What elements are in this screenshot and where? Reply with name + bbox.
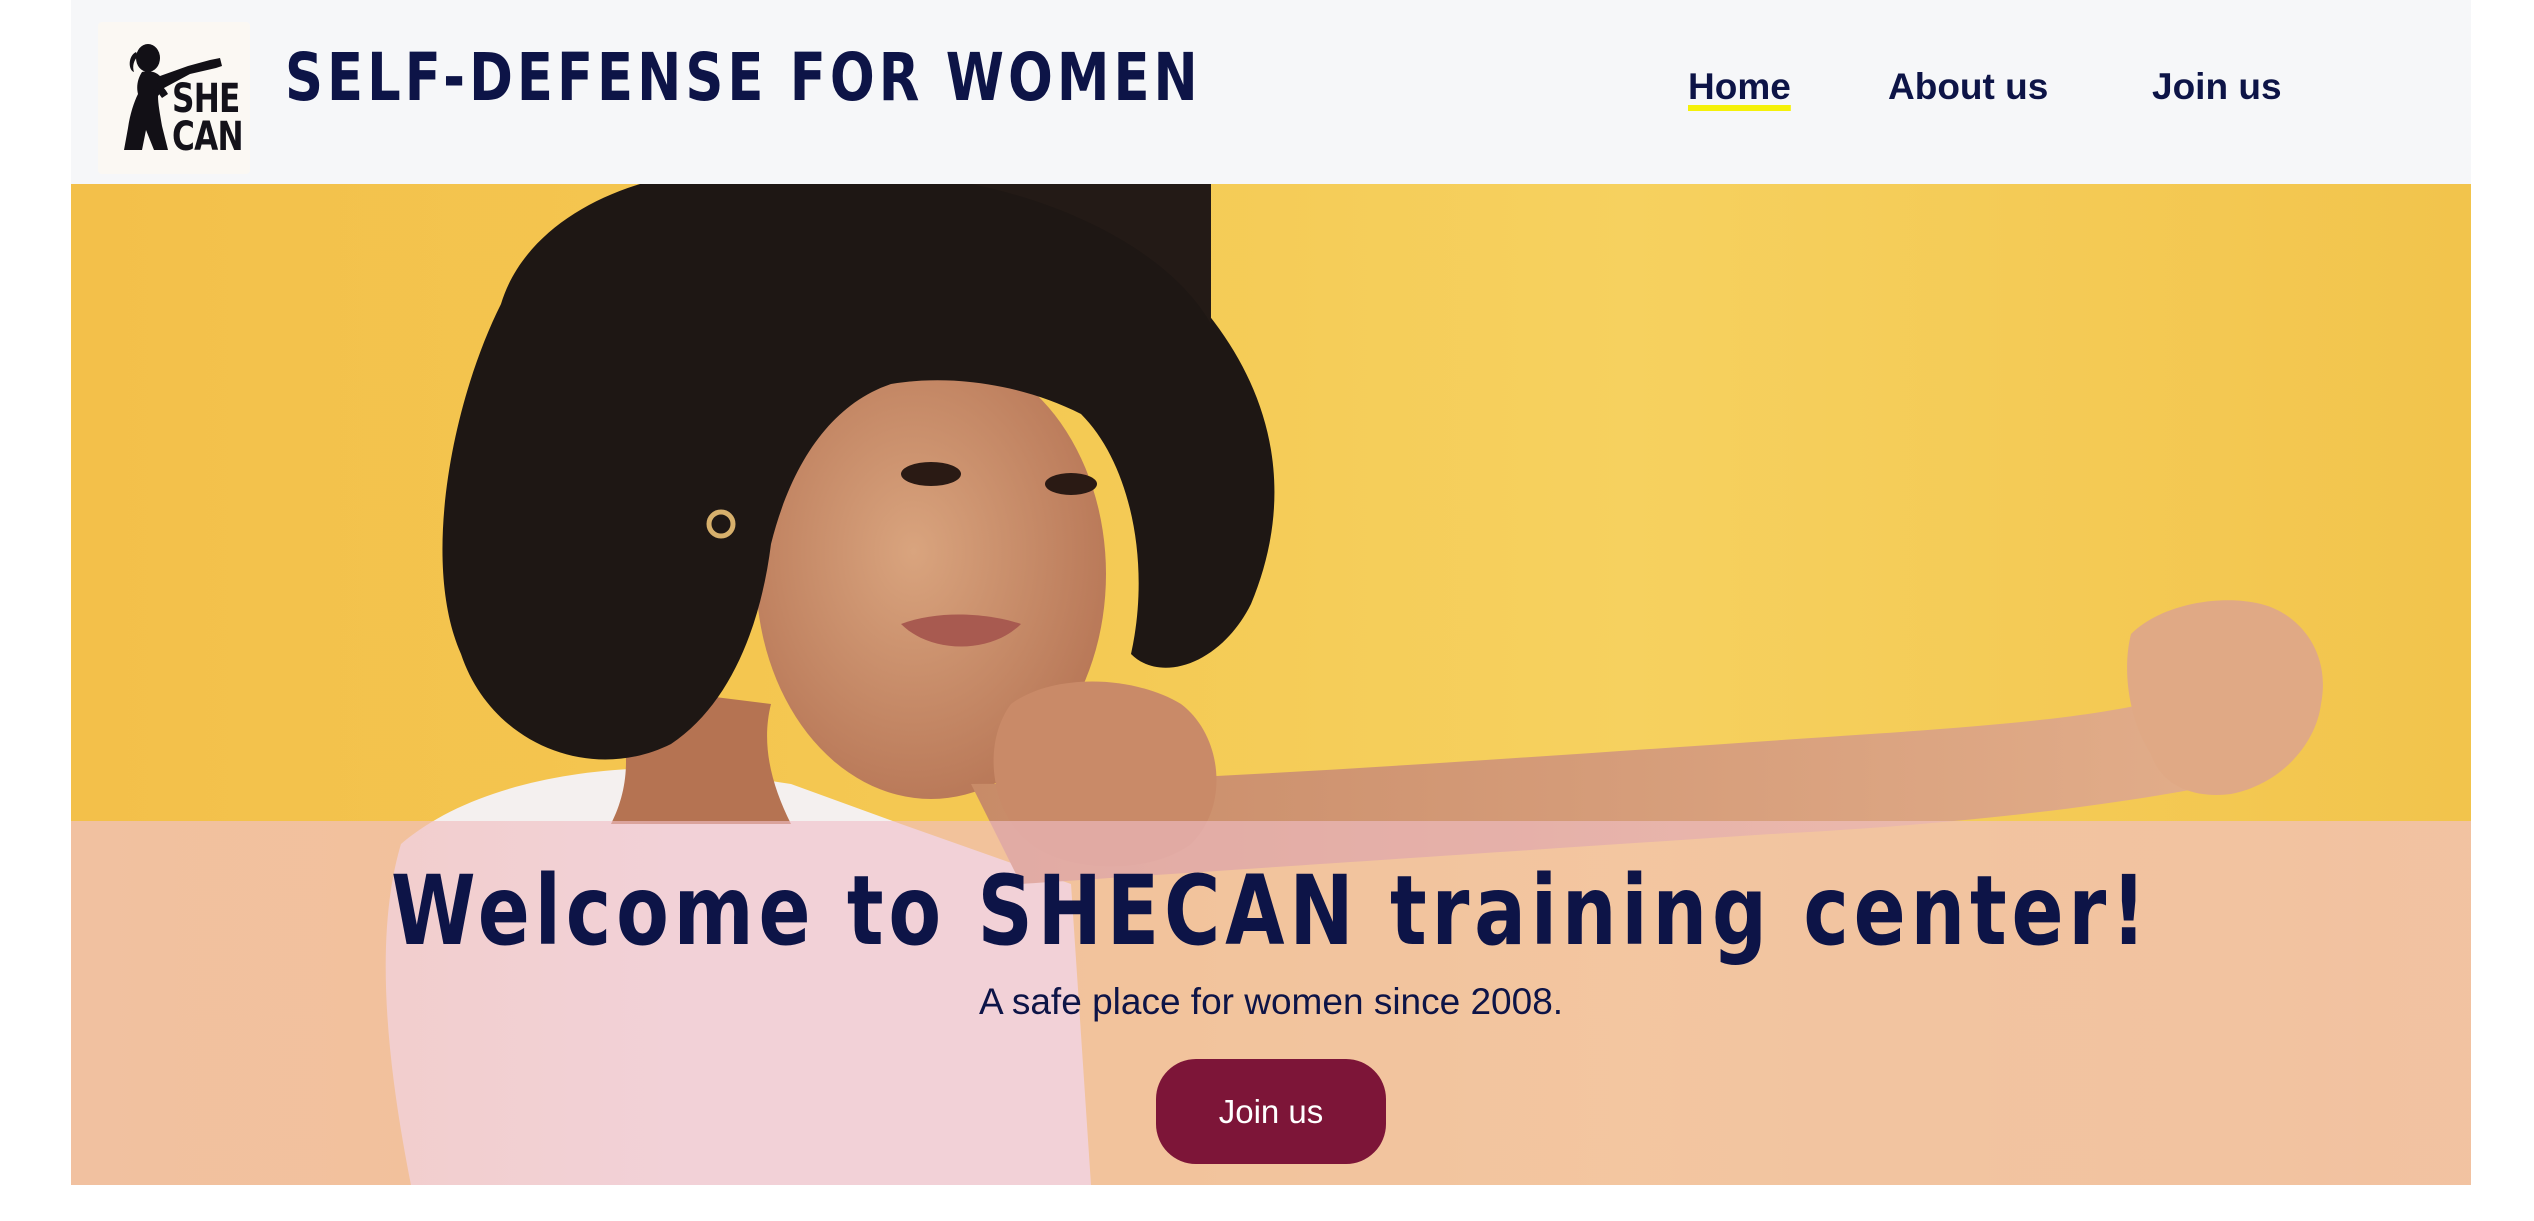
logo-text-can: CAN [172, 114, 244, 160]
nav-home-label: Home [1688, 66, 1791, 107]
nav-about-us-label: About us [1888, 66, 2049, 107]
site-header: SHE CAN SELF-DEFENSE FOR WOMEN Home Abou… [71, 0, 2471, 184]
nav-join-us-label: Join us [2152, 66, 2282, 107]
hero-section: Welcome to SHECAN training center! A saf… [71, 184, 2471, 1185]
main-nav: Home About us Join us [71, 62, 2471, 112]
page: SHE CAN SELF-DEFENSE FOR WOMEN Home Abou… [71, 0, 2471, 1185]
nav-about-us[interactable]: About us [1888, 62, 2048, 112]
hero-heading: Welcome to SHECAN training center! [71, 856, 2471, 966]
hero-heading-text: Welcome to SHECAN training center! [391, 855, 2151, 967]
join-us-button[interactable]: Join us [1156, 1059, 1386, 1164]
hero-tagline: A safe place for women since 2008. [978, 981, 1564, 1022]
nav-join-us[interactable]: Join us [2152, 62, 2282, 112]
nav-home[interactable]: Home [1688, 62, 1791, 112]
